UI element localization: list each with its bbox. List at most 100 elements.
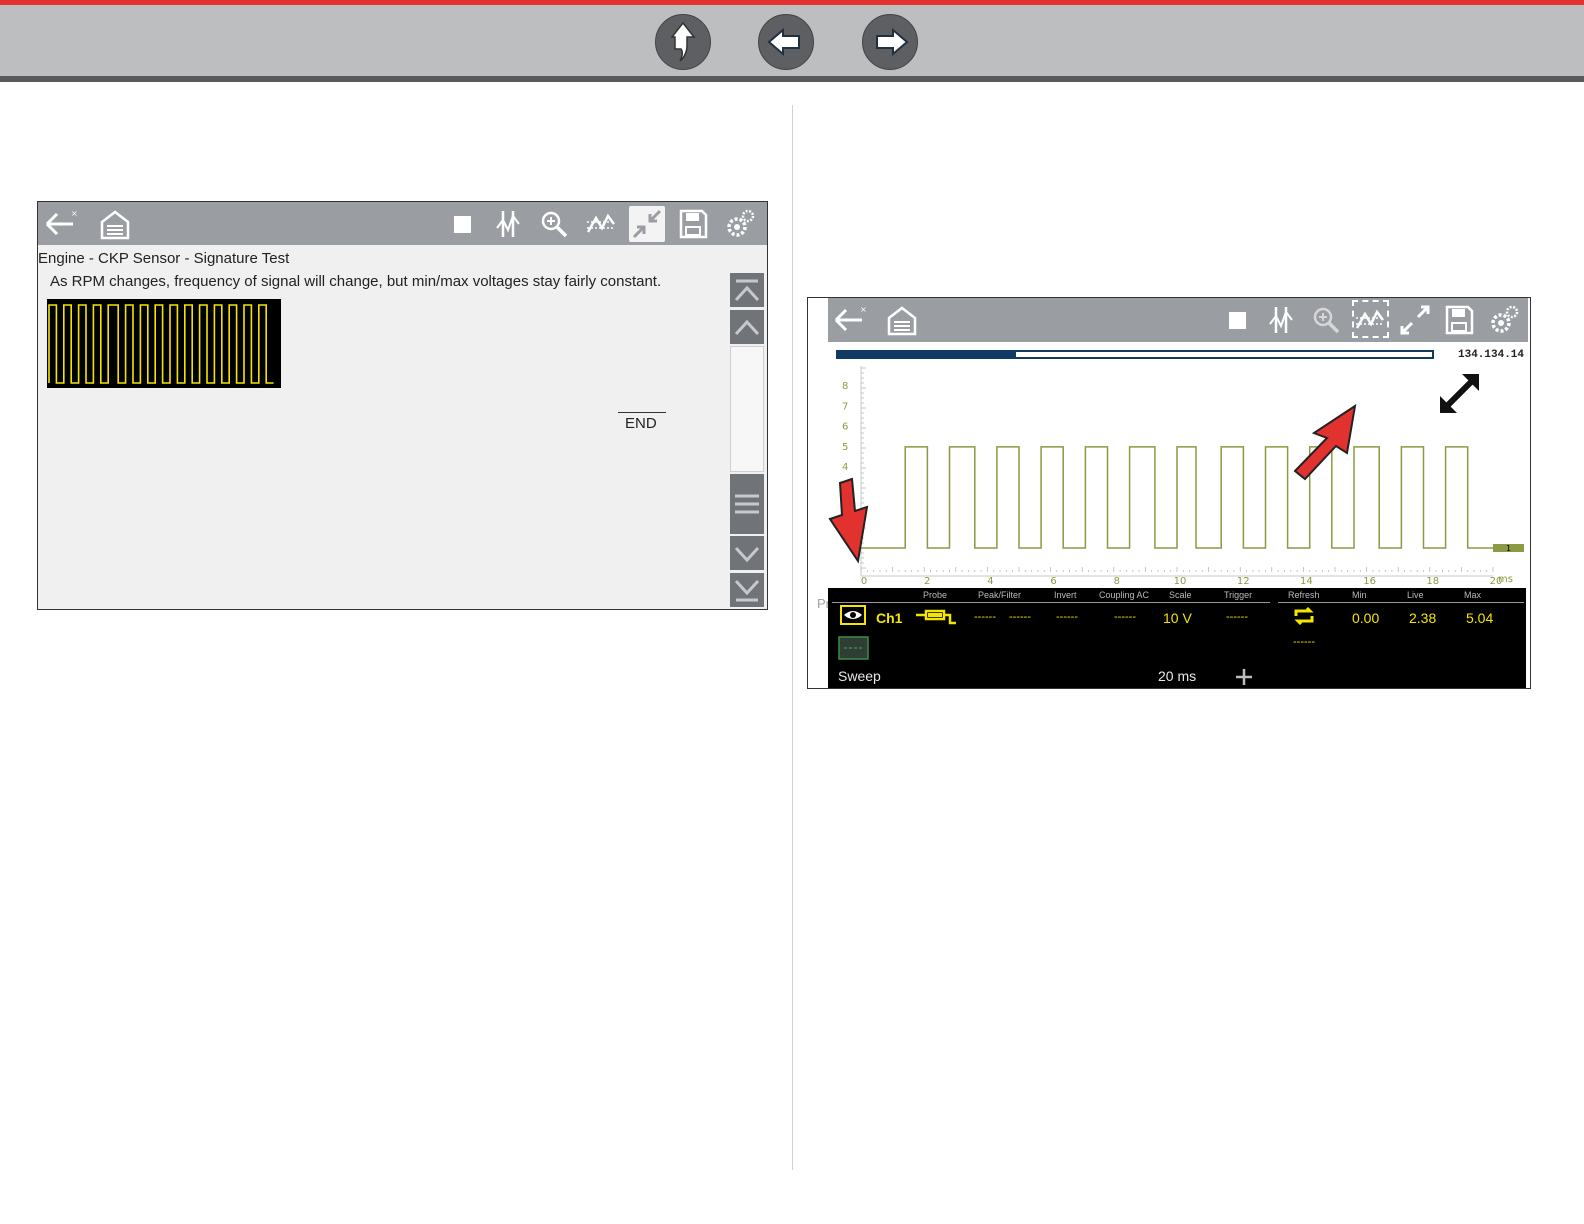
x-tick-label: 6 (1050, 576, 1056, 587)
page-title: Engine - CKP Sensor - Signature Test (38, 250, 290, 267)
collapse-icon[interactable] (629, 206, 665, 242)
y-tick-label: 7 (842, 401, 848, 412)
y-tick-label: 6 (842, 422, 848, 433)
test-description: As RPM changes, frequency of signal will… (50, 273, 662, 290)
invert-value[interactable]: ------ (1056, 611, 1078, 623)
add-channel-icon[interactable] (838, 636, 869, 660)
cursor-icon[interactable] (1263, 302, 1299, 338)
settings-icon[interactable] (1486, 302, 1522, 338)
zoom-icon[interactable] (1308, 302, 1344, 338)
header-refresh: Refresh (1288, 590, 1320, 600)
cursor-icon[interactable] (490, 206, 526, 242)
header-live: Live (1407, 590, 1424, 600)
expand-icon[interactable] (1397, 302, 1433, 338)
up-button[interactable] (655, 14, 711, 70)
bottom-icon (734, 579, 760, 602)
buffer-label: 134.134.14 (1458, 349, 1525, 361)
toolbar: × (38, 202, 767, 245)
double-arrow-icon (1440, 374, 1479, 413)
save-icon[interactable] (675, 206, 711, 242)
back-icon[interactable]: × (43, 206, 79, 242)
x-tick-label: 12 (1237, 576, 1250, 587)
scrollbar-track[interactable] (730, 346, 764, 472)
end-rule (618, 412, 666, 413)
zoom-icon[interactable] (536, 206, 572, 242)
filter-value[interactable]: ------ (1009, 611, 1031, 623)
eye-icon[interactable] (840, 605, 866, 625)
top-accent-line (0, 0, 1584, 5)
back-button[interactable] (758, 14, 814, 70)
sweep-value[interactable]: 20 ms (1158, 668, 1196, 684)
x-tick-label: 2 (924, 576, 930, 587)
live-value: 2.38 (1409, 610, 1437, 626)
signal-trace (861, 446, 1493, 549)
top-navigation-bar (0, 0, 1584, 82)
scale-value[interactable]: 10 V (1163, 610, 1192, 626)
header-divider (1278, 602, 1524, 603)
header-coupling: Coupling AC (1099, 590, 1150, 600)
nav-bottom-line (0, 76, 1584, 82)
save-icon[interactable] (1441, 302, 1477, 338)
svg-text:1: 1 (1506, 544, 1511, 553)
x-tick-label: 0 (861, 576, 867, 587)
waveform-thumbnail (47, 299, 281, 388)
refresh-icon[interactable] (1292, 605, 1316, 627)
forward-button[interactable] (862, 14, 918, 70)
page-down-icon (734, 546, 760, 563)
up-arrow-icon (670, 21, 696, 62)
scroll-bottom-button[interactable] (730, 573, 764, 607)
stop-icon[interactable] (444, 206, 480, 242)
probe-icon[interactable] (914, 605, 960, 627)
header-max: Max (1464, 590, 1482, 600)
x-tick-label: 10 (1174, 576, 1187, 587)
header-divider (832, 602, 1270, 603)
max-value: 5.04 (1466, 610, 1494, 626)
settings-icon[interactable] (722, 206, 758, 242)
svg-text:×: × (860, 305, 867, 314)
x-tick-label: 16 (1363, 576, 1376, 587)
y-tick-label: 5 (842, 442, 848, 453)
signal-chart[interactable]: 8765432 02468101214161820ms 1 (828, 366, 1528, 588)
x-tick-label: 14 (1300, 576, 1313, 587)
header-trigger: Trigger (1224, 590, 1253, 600)
peak-value[interactable]: ------ (974, 611, 996, 623)
scroll-thumb[interactable] (730, 474, 764, 534)
trace-icon[interactable] (583, 206, 619, 242)
home-icon[interactable] (97, 206, 133, 242)
x-tick-label: 4 (987, 576, 993, 587)
coupling-value[interactable]: ------ (1114, 611, 1136, 623)
channel-panel: Probe Peak/Filter Invert Coupling AC Sca… (828, 588, 1526, 688)
ground-marker[interactable]: 1 (1493, 544, 1524, 553)
header-invert: Invert (1054, 590, 1077, 600)
svg-text:×: × (71, 209, 78, 218)
y-tick-label: 8 (842, 381, 848, 392)
menu-icon (735, 494, 759, 514)
x-tick-label: 8 (1114, 576, 1120, 587)
scroll-top-button[interactable] (730, 273, 764, 307)
toolbar: × (828, 298, 1528, 342)
y-tick-label: 4 (842, 462, 848, 473)
channel-name[interactable]: Ch1 (876, 610, 902, 626)
stop-icon[interactable] (1219, 302, 1255, 338)
home-icon[interactable] (884, 302, 920, 338)
buffer-progress-bar[interactable] (836, 350, 1434, 359)
page-up-button[interactable] (730, 310, 764, 344)
x-unit-label: ms (1498, 574, 1513, 585)
sweep-label: Sweep (838, 668, 881, 684)
trigger-value[interactable]: ------ (1226, 611, 1248, 623)
top-icon (734, 279, 760, 302)
plus-icon[interactable] (1234, 667, 1254, 687)
end-label: END (625, 415, 657, 432)
back-icon[interactable]: × (832, 302, 868, 338)
header-scale: Scale (1169, 590, 1192, 600)
header-probe: Probe (923, 590, 948, 600)
red-arrow-annotation (1293, 403, 1357, 481)
page-down-button[interactable] (730, 536, 764, 570)
x-tick-label: 18 (1426, 576, 1439, 587)
header-peak-filter: Peak/Filter (978, 590, 1022, 600)
forward-arrow-icon (876, 27, 909, 57)
page-up-icon (734, 319, 760, 336)
buffer-progress-fill (838, 352, 1017, 357)
header-min: Min (1352, 590, 1367, 600)
column-divider (792, 105, 793, 1170)
